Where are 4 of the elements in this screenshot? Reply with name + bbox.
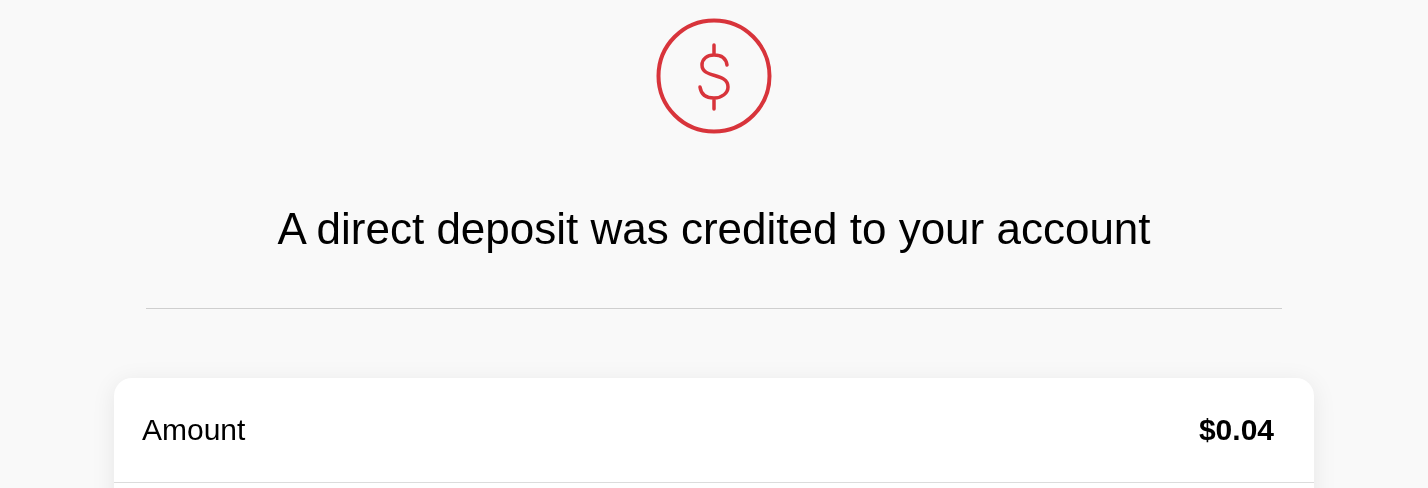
dollar-icon <box>655 17 773 135</box>
notification-title: A direct deposit was credited to your account <box>277 203 1151 255</box>
detail-value: $0.04 <box>1198 413 1274 447</box>
detail-label: Amount <box>142 413 246 447</box>
